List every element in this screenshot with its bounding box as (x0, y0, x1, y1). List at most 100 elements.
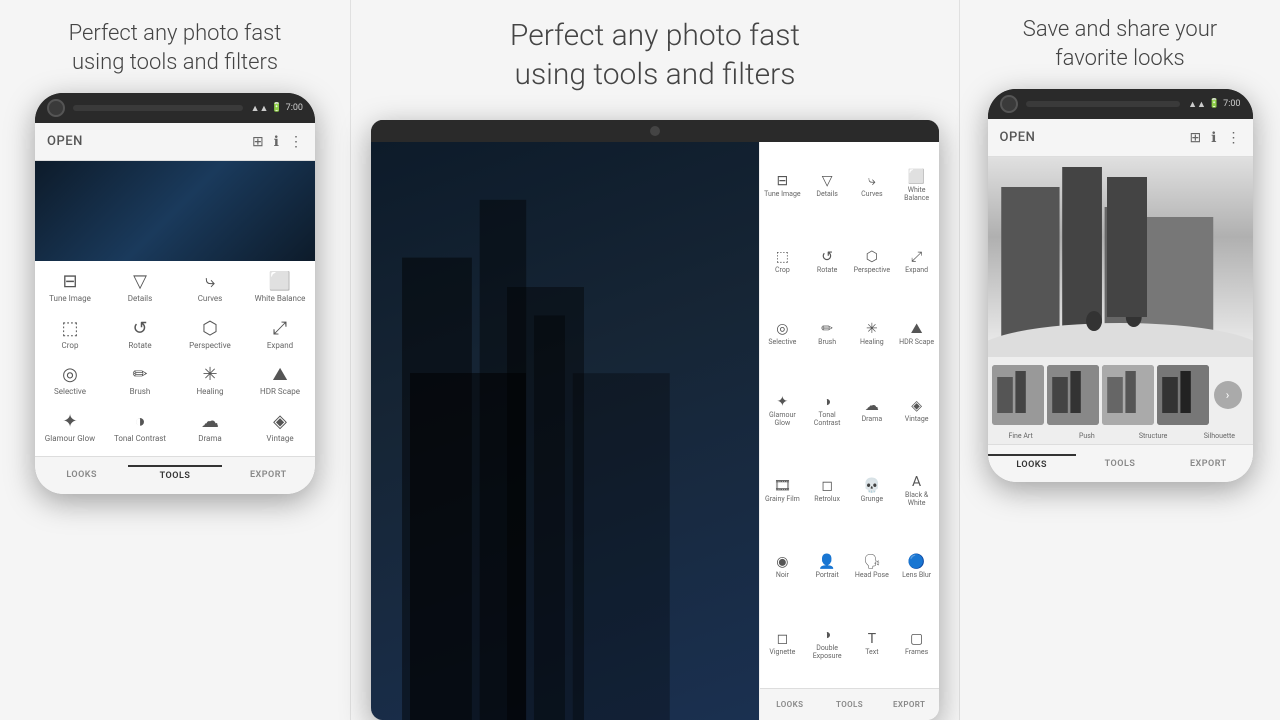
tablet-tool-details[interactable]: ▽Details (805, 146, 850, 226)
tablet-tool-icon: ⤷ (868, 173, 876, 189)
tool-label: Drama (198, 434, 222, 444)
look-thumb-2-img (1047, 365, 1099, 425)
left-bottom-tab-tools[interactable]: TOOLS (128, 465, 221, 485)
left-photo-area (35, 161, 315, 261)
left-bottom-tab-export[interactable]: EXPORT (222, 466, 315, 484)
tablet-tool-expand[interactable]: ⤢Expand (894, 226, 939, 298)
left-bottom-tab-looks[interactable]: LOOKS (35, 466, 128, 484)
left-phone-screen: OPEN ⊞ ℹ ⋮ ⊟Tune Image▽Details⤷Curves⬜Wh… (35, 123, 315, 493)
tool-icon: ✦ (62, 413, 77, 431)
tablet-tool-label: Text (865, 649, 878, 657)
tool-item-expand[interactable]: ⤢Expand (245, 312, 315, 359)
tablet-tool-lens-blur[interactable]: 🔵Lens Blur (894, 531, 939, 603)
tool-item-selective[interactable]: ◎Selective (35, 358, 105, 405)
look-thumb-4[interactable] (1157, 365, 1209, 425)
tablet-tool-icon: ⬡ (866, 249, 878, 265)
right-phone-topbar: ▲▲ 🔋 7:00 (988, 89, 1253, 119)
tool-item-details[interactable]: ▽Details (105, 265, 175, 312)
look-thumb-2[interactable] (1047, 365, 1099, 425)
tablet-tool-icon: ⬜ (908, 169, 925, 185)
tablet-tool-double-exposure[interactable]: ◑Double Exposure (805, 603, 850, 684)
tablet-tool-perspective[interactable]: ⬡Perspective (850, 226, 895, 298)
tablet-tool-label: Selective (768, 339, 796, 347)
tablet-tool-icon: ⤢ (911, 249, 922, 265)
tool-item-brush[interactable]: ✏Brush (105, 358, 175, 405)
tool-label: Vintage (266, 434, 293, 444)
tool-item-crop[interactable]: ⬚Crop (35, 312, 105, 359)
building-svg (371, 142, 759, 720)
tablet-tool-icon: ◈ (911, 398, 922, 414)
right-bottom-tab-export[interactable]: EXPORT (1164, 455, 1252, 473)
look-thumb-1[interactable] (992, 365, 1044, 425)
center-heading: Perfect any photo fast using tools and f… (510, 16, 800, 94)
right-layers-icon[interactable]: ⊞ (1189, 130, 1201, 146)
more-icon[interactable]: ⋮ (289, 134, 303, 150)
tablet-tool-vintage[interactable]: ◈Vintage (894, 370, 939, 451)
tool-label: Tonal Contrast (114, 434, 166, 444)
tablet-tool-noir[interactable]: ◉Noir (760, 531, 805, 603)
time-display: 7:00 (286, 103, 303, 113)
tablet-tool-rotate[interactable]: ↺Rotate (805, 226, 850, 298)
tablet-tool-tonal-contrast[interactable]: ◑Tonal Contrast (805, 370, 850, 451)
right-info-icon[interactable]: ℹ (1211, 130, 1216, 146)
tablet-tool-portrait[interactable]: 👤Portrait (805, 531, 850, 603)
tablet-tool-black-&-white[interactable]: ABlack & White (894, 451, 939, 531)
tablet-tool-selective[interactable]: ◎Selective (760, 298, 805, 370)
right-app-header-title: OPEN (1000, 130, 1190, 145)
tablet-tool-retrolux[interactable]: ◻Retrolux (805, 451, 850, 531)
tablet-tool-head-pose[interactable]: 🗣Head Pose (850, 531, 895, 603)
tool-item-perspective[interactable]: ⬡Perspective (175, 312, 245, 359)
layers-icon[interactable]: ⊞ (252, 134, 264, 150)
tool-item-glamour-glow[interactable]: ✦ Glamour Glow (35, 405, 105, 452)
tool-icon: ✏ (132, 366, 147, 384)
tablet-tool-white-balance[interactable]: ⬜White Balance (894, 146, 939, 226)
tablet-tool-label: Glamour Glow (763, 412, 802, 427)
tablet-tool-healing[interactable]: ✳Healing (850, 298, 895, 370)
tablet-tool-tune-image[interactable]: ⊟Tune Image (760, 146, 805, 226)
info-icon[interactable]: ℹ (274, 134, 279, 150)
tablet-tool-glamour-glow[interactable]: ✦Glamour Glow (760, 370, 805, 451)
right-bottom-tab-looks[interactable]: LOOKS (988, 454, 1076, 474)
tablet-tool-crop[interactable]: ⬚Crop (760, 226, 805, 298)
tablet-bottom-tab-export[interactable]: EXPORT (879, 700, 939, 709)
tablet-tool-brush[interactable]: ✏Brush (805, 298, 850, 370)
right-more-icon[interactable]: ⋮ (1227, 130, 1241, 146)
left-app-header: OPEN ⊞ ℹ ⋮ (35, 123, 315, 161)
tablet-tool-label: Tune Image (764, 191, 801, 199)
tool-label: Tune Image (49, 294, 91, 304)
tool-item-tonal-contrast[interactable]: ◑Tonal Contrast (105, 405, 175, 452)
tablet-tool-label: Vignette (769, 649, 795, 657)
look-thumb-3[interactable] (1102, 365, 1154, 425)
tablet-tool-grainy-film[interactable]: 🎞Grainy Film (760, 451, 805, 531)
tablet-screen: ⊟Tune Image▽Details⤷Curves⬜White Balance… (371, 142, 939, 720)
tablet-tool-vignette[interactable]: ◻Vignette (760, 603, 805, 684)
apply-look-button[interactable]: › (1214, 381, 1242, 409)
right-photo-bw (988, 157, 1253, 357)
tool-item-curves[interactable]: ⤷Curves (175, 265, 245, 312)
right-signal-icon: ▲▲ (1188, 99, 1206, 110)
tablet-tool-drama[interactable]: ☁Drama (850, 370, 895, 451)
tablet-bottom-tab-looks[interactable]: LOOKS (760, 700, 820, 709)
tablet-tool-frames[interactable]: ▢Frames (894, 603, 939, 684)
tablet-tool-text[interactable]: TText (850, 603, 895, 684)
right-bottom-tab-tools[interactable]: TOOLS (1076, 455, 1164, 473)
right-time-display: 7:00 (1223, 99, 1240, 109)
tablet-bottom-tab-tools[interactable]: TOOLS (820, 700, 880, 709)
tool-item-hdr-scape[interactable]: ⛰HDR Scape (245, 358, 315, 405)
tool-item-drama[interactable]: ☁Drama (175, 405, 245, 452)
tool-label: HDR Scape (260, 387, 300, 397)
tablet-tool-icon: 🗣 (863, 554, 881, 570)
tablet-tool-hdr-scape[interactable]: ⛰HDR Scape (894, 298, 939, 370)
tool-label: Glamour Glow (45, 434, 95, 444)
tool-item-healing[interactable]: ✳Healing (175, 358, 245, 405)
tool-item-vintage[interactable]: ◈Vintage (245, 405, 315, 452)
tool-item-rotate[interactable]: ↺Rotate (105, 312, 175, 359)
tool-item-white-balance[interactable]: ⬜White Balance (245, 265, 315, 312)
tablet-tool-label: Retrolux (814, 496, 840, 504)
tablet-tool-curves[interactable]: ⤷Curves (850, 146, 895, 226)
looks-labels-row: Fine ArtPushStructureSilhouette (988, 432, 1253, 444)
tool-icon: ◎ (62, 366, 78, 384)
tablet-tool-grunge[interactable]: 💀Grunge (850, 451, 895, 531)
tablet-tool-icon: ⬚ (776, 249, 789, 265)
tool-item-tune-image[interactable]: ⊟Tune Image (35, 265, 105, 312)
